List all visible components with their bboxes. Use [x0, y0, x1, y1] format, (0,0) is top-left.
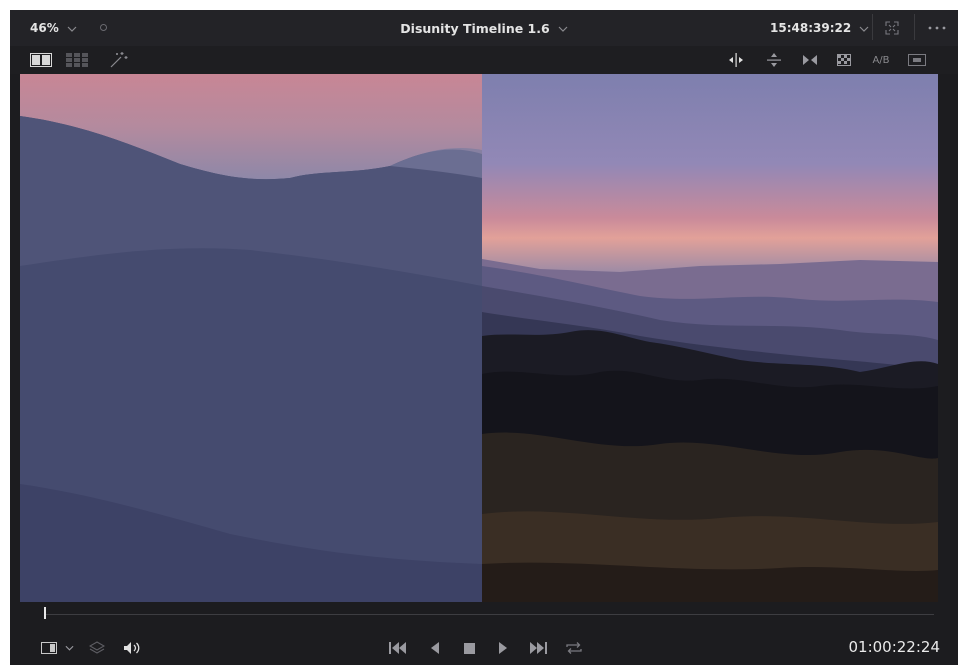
wipe-vertical-icon[interactable]	[724, 50, 748, 70]
split-screen-frame	[20, 74, 938, 602]
speaker-icon[interactable]	[120, 638, 144, 658]
play-icon[interactable]	[492, 638, 514, 658]
go-to-end-icon[interactable]	[526, 638, 550, 658]
grid-view-icon[interactable]	[64, 50, 90, 70]
safe-area-icon[interactable]	[904, 50, 930, 70]
viewer-header: 46% Disunity Timeline 1.6 15:48:39:22	[10, 10, 958, 47]
checkerboard-icon[interactable]	[832, 50, 856, 70]
chevron-down-icon	[859, 21, 869, 35]
timeline-scrubber[interactable]	[10, 605, 958, 623]
video-preview[interactable]	[20, 74, 938, 602]
viewer-window: 46% Disunity Timeline 1.6 15:48:39:22 A/…	[10, 10, 958, 665]
fullscreen-icon[interactable]	[882, 18, 902, 38]
divider	[872, 14, 873, 40]
magic-wand-icon[interactable]	[106, 49, 132, 71]
ab-compare-button[interactable]: A/B	[866, 50, 896, 70]
source-timecode-dropdown[interactable]: 15:48:39:22	[770, 10, 869, 46]
timeline-title: Disunity Timeline 1.6	[400, 20, 550, 36]
loop-icon[interactable]	[562, 638, 586, 658]
wipe-mix-icon[interactable]	[798, 50, 822, 70]
go-to-start-icon[interactable]	[386, 638, 410, 658]
more-options-icon[interactable]	[924, 18, 950, 38]
source-timecode: 15:48:39:22	[770, 21, 852, 35]
scrubber-track[interactable]	[44, 614, 934, 615]
playhead[interactable]	[44, 607, 46, 619]
viewer-toolbar: A/B	[10, 46, 958, 74]
transport-bar	[10, 630, 958, 665]
divider	[914, 14, 915, 40]
chevron-down-icon[interactable]	[62, 638, 76, 658]
layers-icon[interactable]	[86, 638, 108, 658]
ab-label: A/B	[872, 54, 890, 66]
chevron-down-icon	[558, 21, 568, 35]
stop-icon[interactable]	[458, 638, 480, 658]
play-reverse-icon[interactable]	[424, 638, 446, 658]
record-timecode: 01:00:22:24	[848, 638, 940, 656]
split-view-icon[interactable]	[28, 50, 54, 70]
wipe-horizontal-icon[interactable]	[762, 50, 786, 70]
viewer-mode-icon[interactable]	[38, 638, 60, 658]
